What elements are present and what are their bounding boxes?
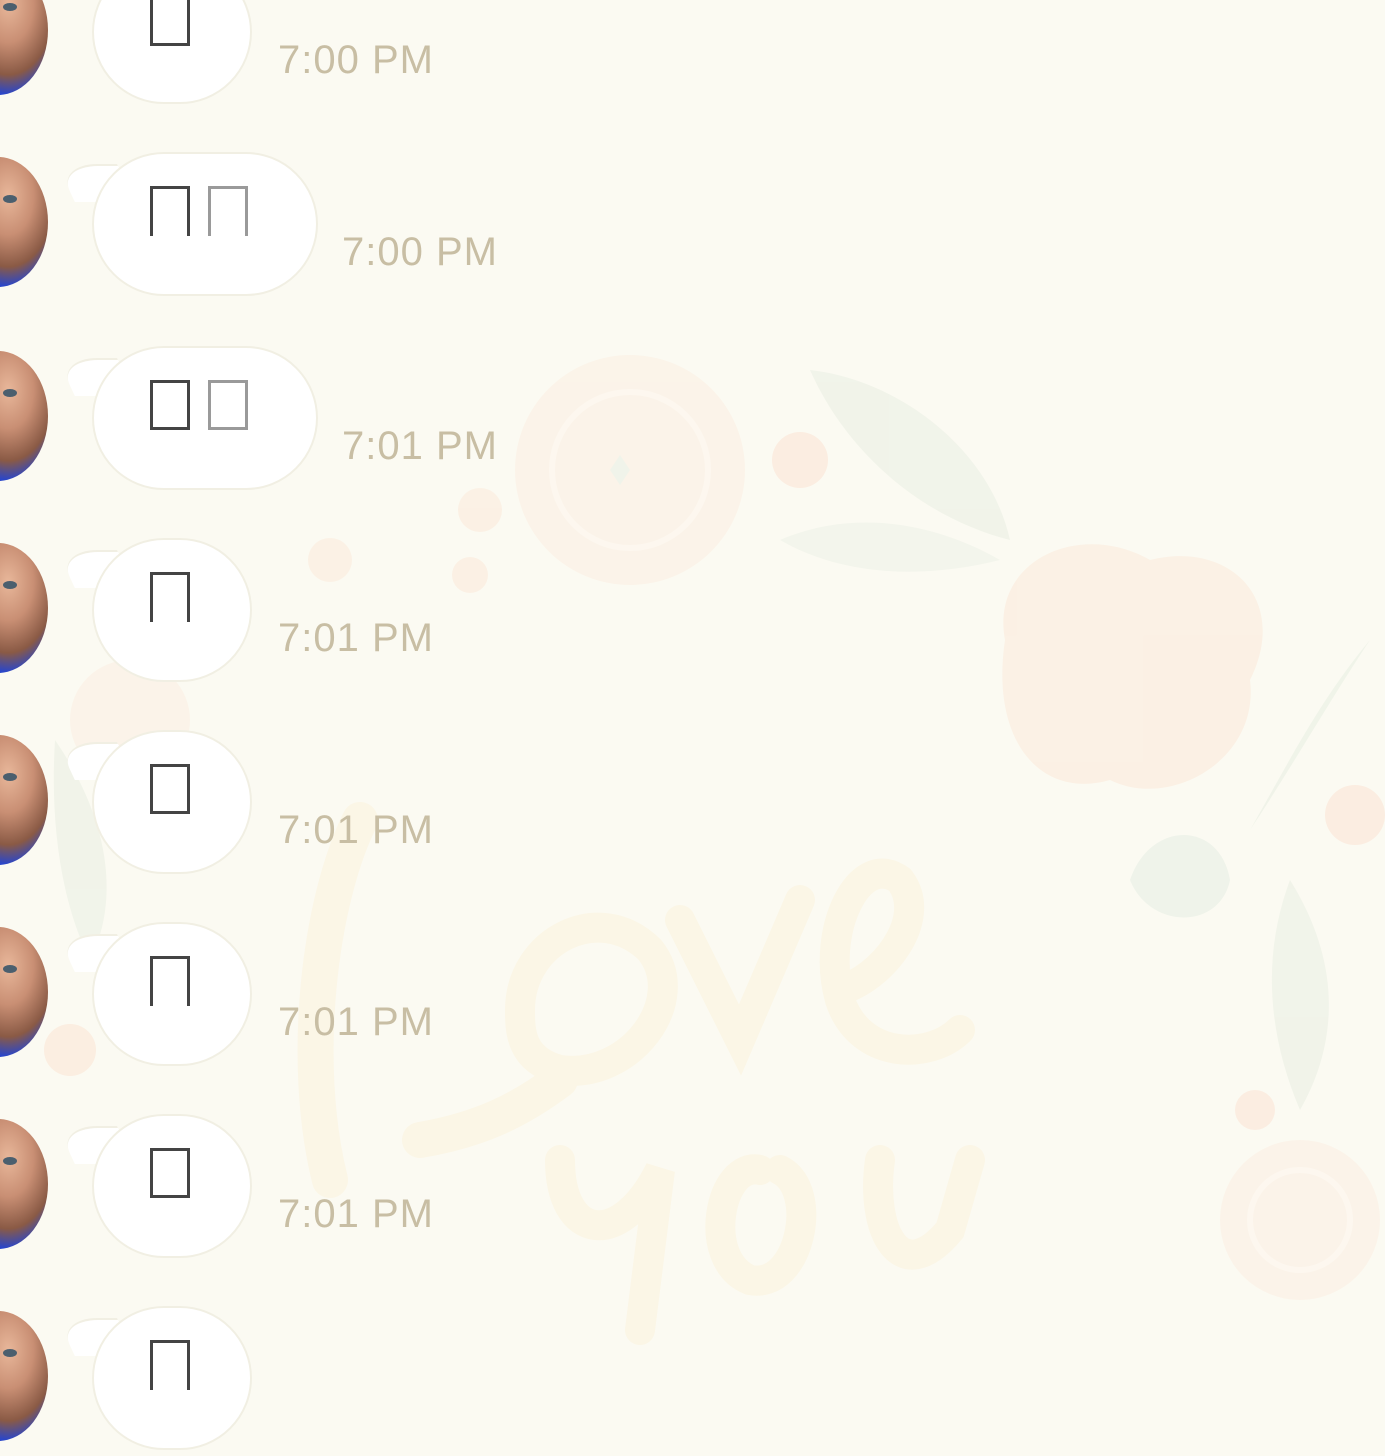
avatar-eye — [3, 581, 17, 589]
avatar-eye — [3, 195, 17, 203]
missing-glyph-box — [150, 764, 190, 814]
sender-avatar[interactable] — [0, 735, 48, 865]
message-row[interactable] — [0, 1306, 1385, 1456]
chat-message-list[interactable]: 7:00 PM 7:00 PM 7:01 PM 7:01 PM 7:01 PM … — [0, 0, 1385, 1450]
missing-glyph-box — [150, 0, 190, 46]
message-text — [150, 1340, 208, 1401]
message-text — [150, 0, 208, 57]
avatar-eye — [3, 965, 17, 973]
missing-glyph-box — [208, 186, 248, 236]
sender-avatar[interactable] — [0, 927, 48, 1057]
message-timestamp: 7:00 PM — [342, 230, 498, 274]
message-text — [150, 186, 266, 247]
message-timestamp: 7:01 PM — [278, 1192, 434, 1236]
message-row[interactable]: 7:00 PM — [0, 152, 1385, 302]
message-text — [150, 764, 208, 825]
missing-glyph-box — [150, 572, 190, 622]
missing-glyph-box — [150, 380, 190, 430]
message-timestamp: 7:01 PM — [278, 808, 434, 852]
avatar-eye — [3, 389, 17, 397]
avatar-eye — [3, 1349, 17, 1357]
message-timestamp: 7:00 PM — [278, 38, 434, 82]
sender-avatar[interactable] — [0, 351, 48, 481]
sender-avatar[interactable] — [0, 0, 48, 95]
message-row[interactable]: 7:00 PM — [0, 0, 1385, 110]
missing-glyph-box — [150, 1148, 190, 1198]
message-text — [150, 956, 208, 1017]
sender-avatar[interactable] — [0, 157, 48, 287]
avatar-eye — [3, 3, 17, 11]
message-row[interactable]: 7:01 PM — [0, 1114, 1385, 1264]
message-row[interactable]: 7:01 PM — [0, 538, 1385, 688]
message-timestamp: 7:01 PM — [342, 424, 498, 468]
avatar-eye — [3, 773, 17, 781]
sender-avatar[interactable] — [0, 1311, 48, 1441]
message-row[interactable]: 7:01 PM — [0, 922, 1385, 1072]
message-text — [150, 1148, 208, 1209]
missing-glyph-box — [150, 1340, 190, 1390]
missing-glyph-box — [150, 186, 190, 236]
avatar-eye — [3, 1157, 17, 1165]
sender-avatar[interactable] — [0, 543, 48, 673]
message-text — [150, 380, 266, 441]
message-text — [150, 572, 208, 633]
sender-avatar[interactable] — [0, 1119, 48, 1249]
message-row[interactable]: 7:01 PM — [0, 346, 1385, 496]
missing-glyph-box — [208, 380, 248, 430]
message-row[interactable]: 7:01 PM — [0, 730, 1385, 880]
message-timestamp: 7:01 PM — [278, 1000, 434, 1044]
message-timestamp: 7:01 PM — [278, 616, 434, 660]
missing-glyph-box — [150, 956, 190, 1006]
